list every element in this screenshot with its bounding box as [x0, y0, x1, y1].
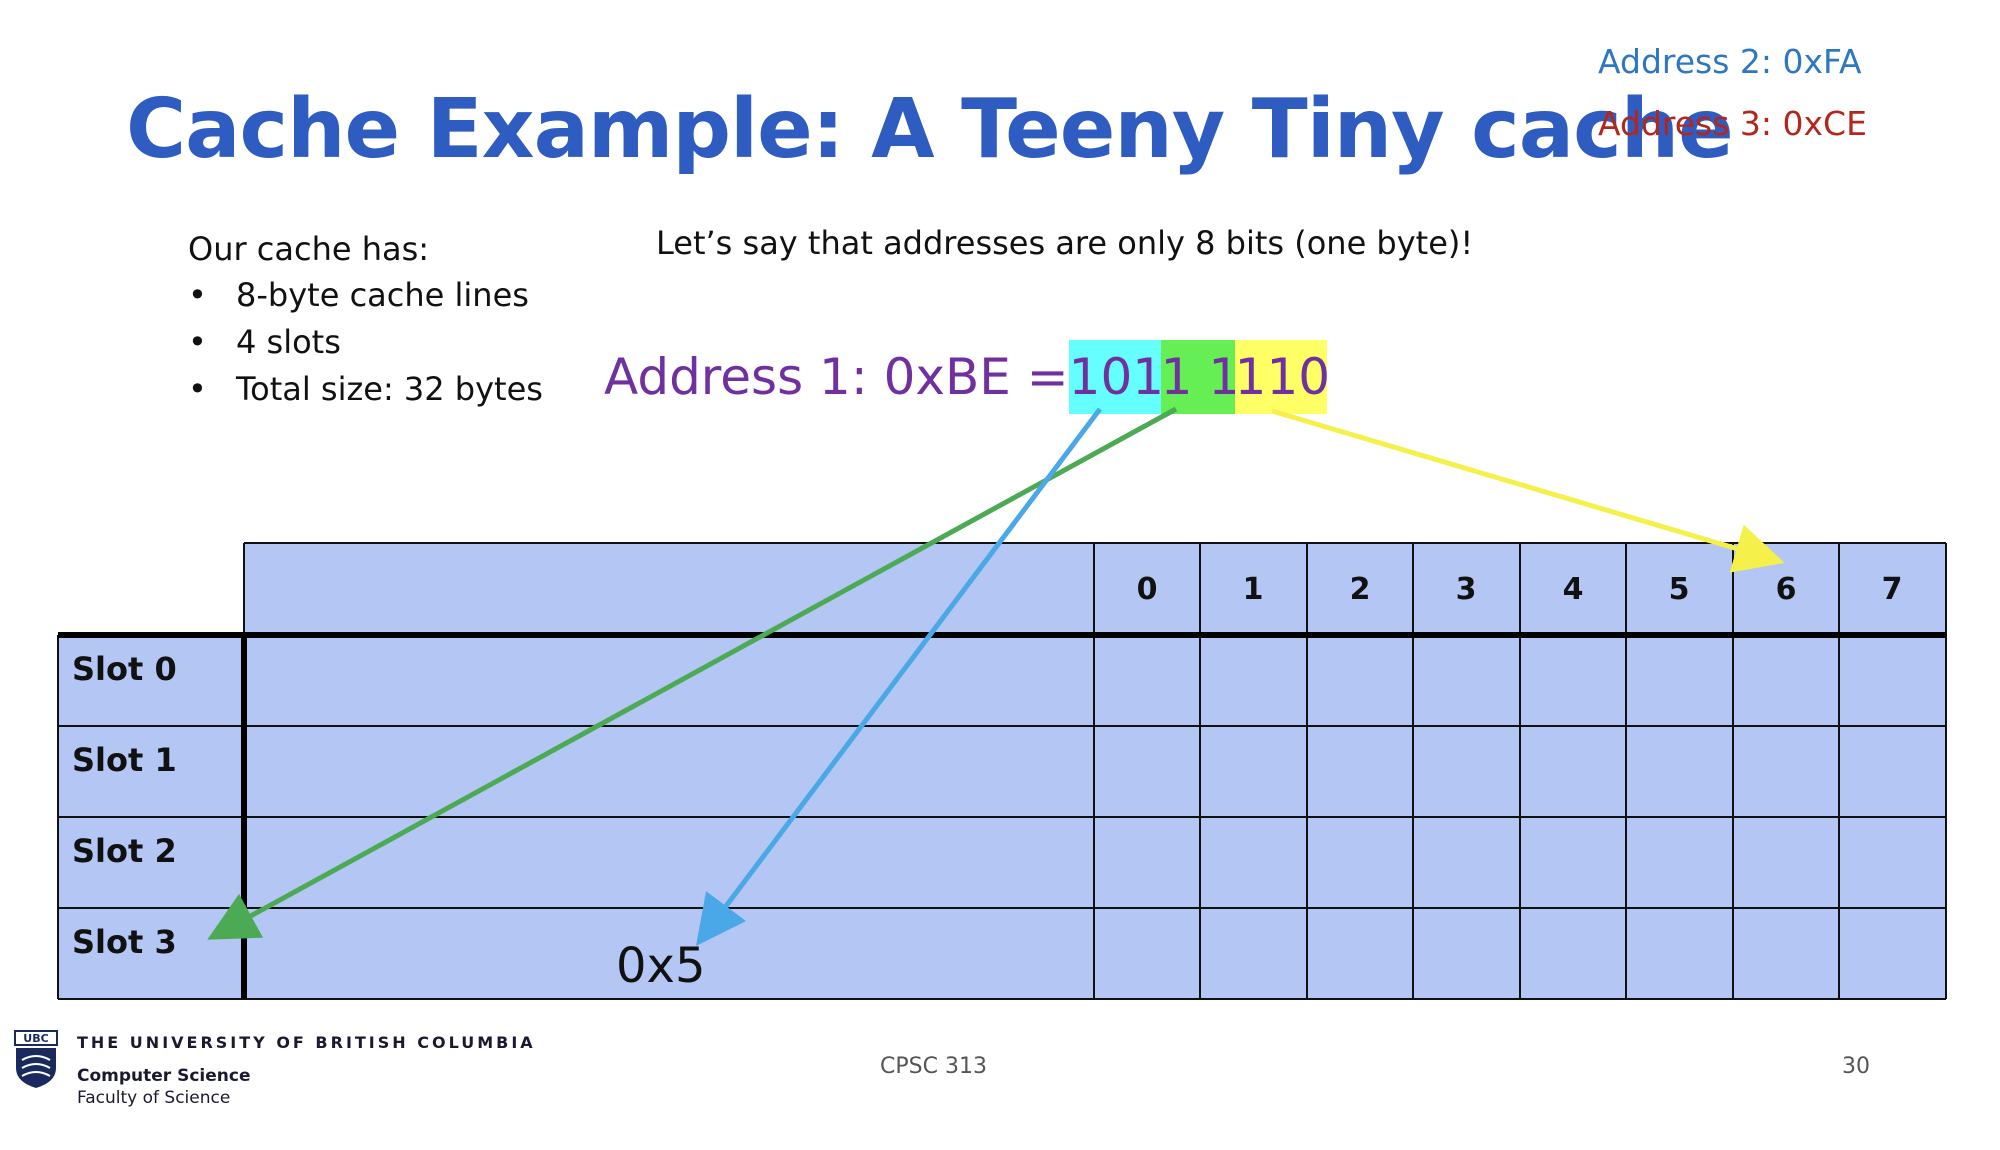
byte-column-header: 4 — [1562, 572, 1584, 607]
footer-department: Computer Science — [77, 1066, 251, 1086]
byte-column-header: 7 — [1881, 572, 1903, 607]
svg-text:UBC: UBC — [23, 1032, 48, 1045]
byte-column-header: 1 — [1242, 572, 1264, 607]
byte-column-header: 2 — [1349, 572, 1371, 607]
byte-column-header: 5 — [1668, 572, 1690, 607]
slot-3-tag-value: 0x5 — [616, 938, 706, 994]
footer-institution: THE UNIVERSITY OF BRITISH COLUMBIA — [77, 1033, 536, 1052]
byte-column-header: 3 — [1455, 572, 1477, 607]
byte-column-header: 6 — [1775, 572, 1797, 607]
slot-label: Slot 1 — [72, 741, 177, 779]
slot-label: Slot 0 — [72, 650, 177, 688]
offset-arrow — [1271, 408, 1785, 573]
slot-label: Slot 3 — [72, 923, 177, 961]
byte-column-header: 0 — [1136, 572, 1158, 607]
ubc-crest-icon: UBC — [14, 1030, 58, 1088]
footer-faculty: Faculty of Science — [77, 1088, 231, 1108]
slot-label: Slot 2 — [72, 832, 177, 870]
page-number: 30 — [1842, 1054, 1870, 1079]
course-code: CPSC 313 — [880, 1054, 987, 1079]
